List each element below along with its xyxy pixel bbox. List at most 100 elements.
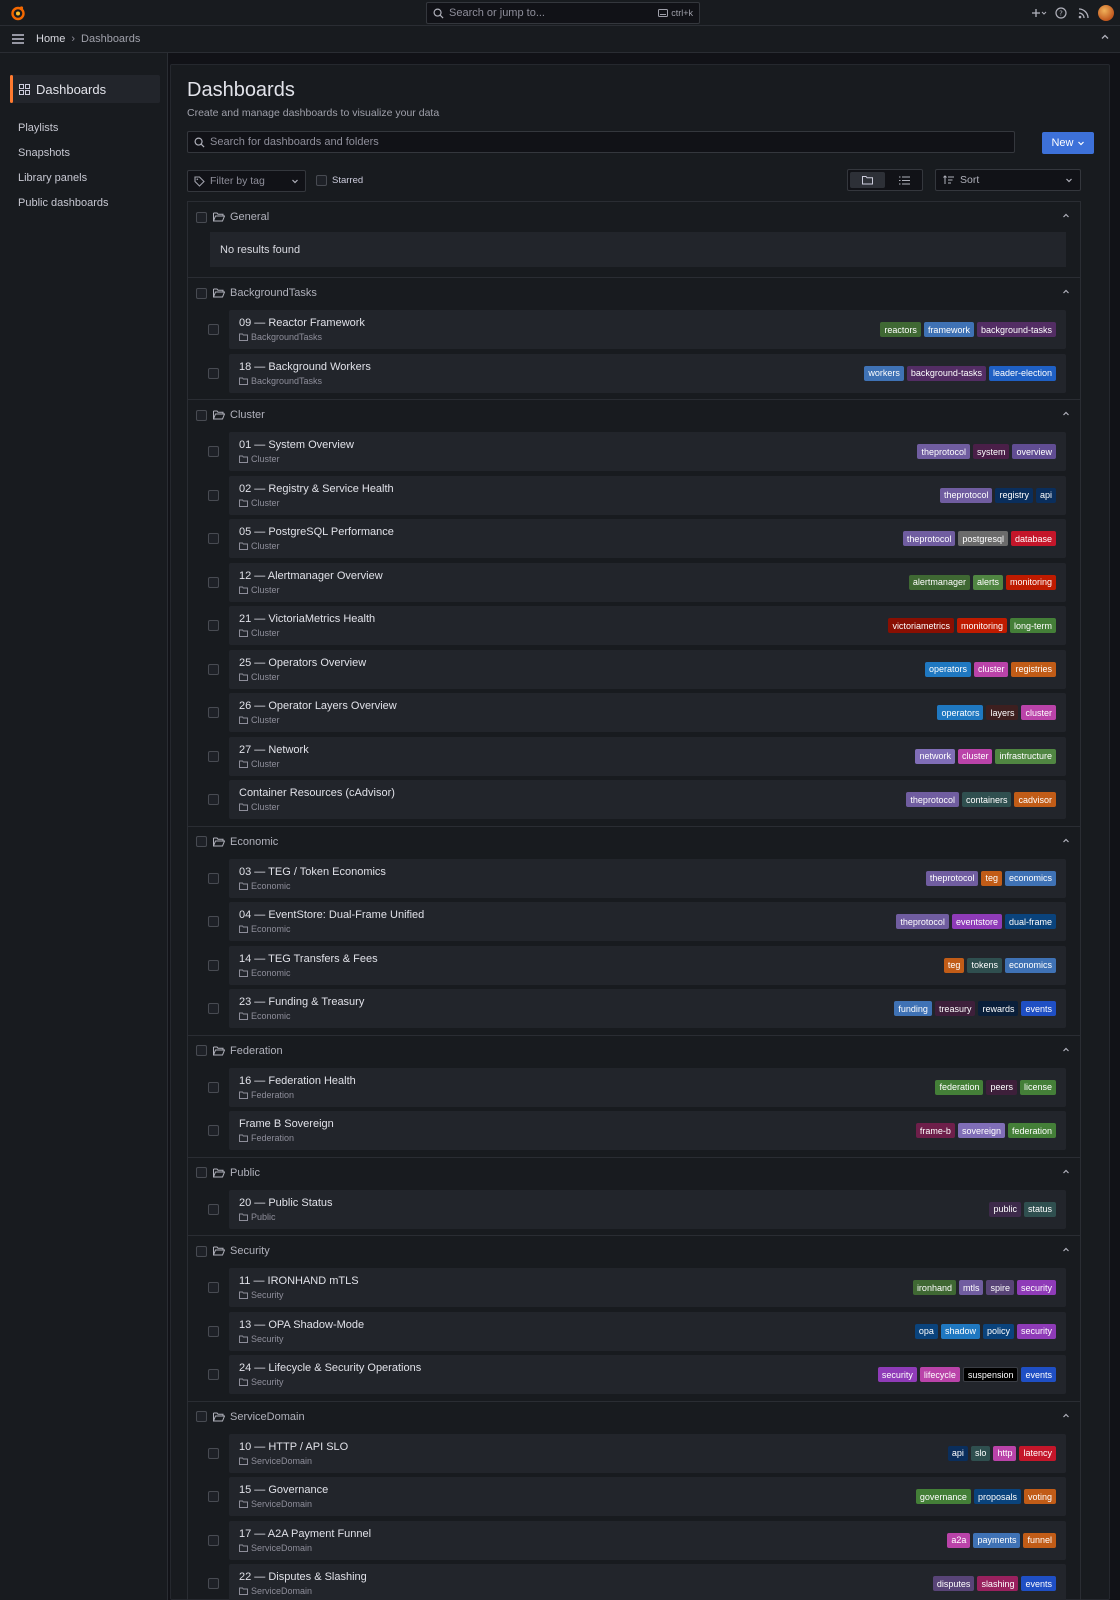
dashboard-tag[interactable]: overview: [1012, 444, 1056, 460]
folder-checkbox[interactable]: [196, 1045, 207, 1056]
dashboard-card[interactable]: 02 — Registry & Service Health Cluster the…: [229, 475, 1066, 515]
dashboard-checkbox[interactable]: [208, 663, 219, 675]
dashboard-checkbox[interactable]: [208, 1282, 219, 1294]
dashboard-checkbox[interactable]: [208, 1203, 219, 1215]
dashboard-tag[interactable]: shadow: [940, 1323, 980, 1339]
dashboard-tag[interactable]: governance: [915, 1489, 971, 1505]
dashboard-title[interactable]: 27 — Network: [239, 744, 309, 756]
dashboard-tag[interactable]: economics: [1004, 870, 1056, 886]
list-view-button[interactable]: [887, 170, 922, 190]
chevron-up-icon[interactable]: [1062, 837, 1070, 845]
sort-select[interactable]: Sort: [935, 169, 1081, 191]
sidebar-item-library-panels[interactable]: Library panels: [18, 172, 87, 184]
dashboard-tag[interactable]: monitoring: [956, 618, 1007, 634]
sidebar-item-playlists[interactable]: Playlists: [18, 122, 58, 134]
dashboard-tag[interactable]: ironhand: [912, 1280, 956, 1296]
dashboard-tag[interactable]: teg: [943, 957, 965, 973]
grafana-logo-icon[interactable]: [10, 5, 26, 21]
folder-checkbox[interactable]: [196, 836, 207, 847]
dashboard-tag[interactable]: theprotocol: [902, 531, 956, 547]
dashboard-title[interactable]: 22 — Disputes & Slashing: [239, 1571, 367, 1583]
dashboard-checkbox[interactable]: [208, 1369, 219, 1381]
dashboard-card[interactable]: Container Resources (cAdvisor) Cluster the…: [229, 780, 1066, 820]
dashboard-tag[interactable]: api: [1035, 487, 1056, 503]
dashboard-tag[interactable]: sovereign: [957, 1123, 1005, 1139]
dashboard-card[interactable]: 01 — System Overview Cluster theprotocol sy…: [229, 432, 1066, 472]
dashboard-checkbox[interactable]: [208, 576, 219, 588]
dashboard-tag[interactable]: payments: [973, 1532, 1021, 1548]
chevron-up-icon[interactable]: [1062, 1412, 1070, 1420]
folder-header[interactable]: Security: [188, 1236, 1080, 1266]
new-button[interactable]: New: [1042, 132, 1094, 154]
starred-checkbox[interactable]: Starred: [316, 175, 363, 186]
folder-checkbox[interactable]: [196, 1411, 207, 1422]
dashboard-tag[interactable]: infrastructure: [995, 748, 1056, 764]
dashboard-checkbox[interactable]: [208, 1534, 219, 1546]
dashboard-title[interactable]: 23 — Funding & Treasury: [239, 996, 364, 1008]
dashboard-tag[interactable]: license: [1019, 1079, 1056, 1095]
folder-header[interactable]: Economic: [188, 827, 1080, 857]
dashboard-title[interactable]: 18 — Background Workers: [239, 361, 371, 373]
dashboard-checkbox[interactable]: [208, 959, 219, 971]
dashboard-tag[interactable]: funnel: [1023, 1532, 1056, 1548]
dashboard-tag[interactable]: theprotocol: [939, 487, 993, 503]
dashboard-title[interactable]: 25 — Operators Overview: [239, 657, 366, 669]
dashboard-card[interactable]: 22 — Disputes & Slashing ServiceDomain dis…: [229, 1564, 1066, 1600]
dashboard-card[interactable]: 24 — Lifecycle & Security Operations Secu…: [229, 1355, 1066, 1395]
chevron-up-icon[interactable]: [1062, 1046, 1070, 1054]
dashboard-card[interactable]: 26 — Operator Layers Overview Cluster oper…: [229, 693, 1066, 733]
filter-by-tag-select[interactable]: Filter by tag: [187, 170, 306, 192]
dashboard-title[interactable]: 26 — Operator Layers Overview: [239, 700, 397, 712]
dashboard-tag[interactable]: theprotocol: [896, 914, 949, 930]
dashboard-tag[interactable]: victoriametrics: [888, 618, 954, 634]
dashboard-title[interactable]: 16 — Federation Health: [239, 1075, 356, 1087]
dashboard-card[interactable]: 03 — TEG / Token Economics Economic thepro…: [229, 858, 1066, 898]
dashboard-tag[interactable]: framework: [923, 322, 974, 338]
dashboard-tag[interactable]: policy: [982, 1323, 1014, 1339]
dashboard-title[interactable]: 09 — Reactor Framework: [239, 317, 365, 329]
dashboard-tag[interactable]: security: [877, 1367, 917, 1383]
dashboard-tag[interactable]: operators: [937, 705, 984, 721]
dashboard-tag[interactable]: suspension: [962, 1367, 1019, 1383]
dashboard-card[interactable]: 10 — HTTP / API SLO ServiceDomain api slo ht…: [229, 1433, 1066, 1473]
dashboard-tag[interactable]: public: [989, 1201, 1021, 1217]
dashboard-card[interactable]: 20 — Public Status Public public status: [229, 1189, 1066, 1229]
dashboard-title[interactable]: 13 — OPA Shadow-Mode: [239, 1319, 364, 1331]
top-search-input[interactable]: Search or jump to... ctrl+k: [426, 2, 700, 24]
dashboard-tag[interactable]: mtls: [958, 1280, 984, 1296]
dashboard-checkbox[interactable]: [208, 1003, 219, 1015]
dashboard-tag[interactable]: monitoring: [1005, 574, 1056, 590]
dashboard-tag[interactable]: funding: [894, 1001, 932, 1017]
dashboard-title[interactable]: 20 — Public Status: [239, 1197, 333, 1209]
dashboard-tag[interactable]: http: [993, 1445, 1017, 1461]
dashboard-tag[interactable]: security: [1016, 1323, 1056, 1339]
dashboard-checkbox[interactable]: [208, 1081, 219, 1093]
dashboard-title[interactable]: 04 — EventStore: Dual-Frame Unified: [239, 909, 424, 921]
dashboard-title[interactable]: 10 — HTTP / API SLO: [239, 1441, 348, 1453]
folder-header[interactable]: Cluster: [188, 400, 1080, 430]
dashboard-tag[interactable]: events: [1021, 1367, 1056, 1383]
dashboard-checkbox[interactable]: [208, 872, 219, 884]
dashboard-card[interactable]: 04 — EventStore: Dual-Frame Unified Econo…: [229, 902, 1066, 942]
dashboard-tag[interactable]: cluster: [1021, 705, 1056, 721]
folder-header[interactable]: General: [188, 202, 1080, 232]
dashboard-tag[interactable]: theprotocol: [906, 792, 959, 808]
dashboard-card[interactable]: 12 — Alertmanager Overview Cluster alertma…: [229, 562, 1066, 602]
dashboard-checkbox[interactable]: [208, 1325, 219, 1337]
sidebar-item-snapshots[interactable]: Snapshots: [18, 147, 70, 159]
dashboard-tag[interactable]: layers: [986, 705, 1019, 721]
menu-hamburger-icon[interactable]: [10, 31, 26, 47]
dashboard-card[interactable]: 25 — Operators Overview Cluster operators c…: [229, 649, 1066, 689]
dashboard-search-input[interactable]: [210, 136, 990, 148]
dashboard-tag[interactable]: postgresql: [958, 531, 1008, 547]
dashboard-card[interactable]: 11 — IRONHAND mTLS Security ironhand mtls sp…: [229, 1268, 1066, 1308]
folder-checkbox[interactable]: [196, 211, 207, 223]
dashboard-card[interactable]: 05 — PostgreSQL Performance Cluster thepro…: [229, 519, 1066, 559]
dashboard-checkbox[interactable]: [208, 707, 219, 719]
dashboard-card[interactable]: 27 — Network Cluster network cluster infrast…: [229, 736, 1066, 776]
dashboard-tag[interactable]: slashing: [977, 1576, 1019, 1592]
dashboard-tag[interactable]: disputes: [932, 1576, 975, 1592]
dashboard-checkbox[interactable]: [208, 1125, 219, 1137]
dashboard-tag[interactable]: a2a: [947, 1532, 971, 1548]
dashboard-tag[interactable]: lifecycle: [919, 1367, 960, 1383]
